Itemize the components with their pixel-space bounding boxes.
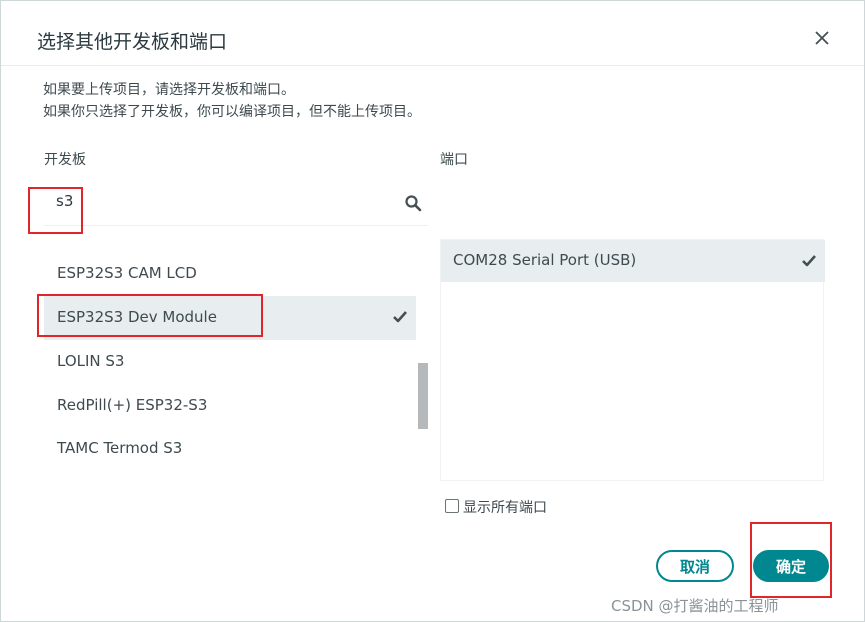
board-item[interactable]: ESP32S3 CAM LCD [44, 252, 416, 296]
port-item-selected[interactable]: COM28 Serial Port (USB) [441, 240, 825, 282]
board-item[interactable]: RedPill(+) ESP32-S3 [44, 384, 416, 428]
show-all-ports-label: 显示所有端口 [463, 500, 547, 516]
search-icon[interactable] [404, 194, 422, 212]
show-all-ports-option[interactable]: 显示所有端口 [445, 497, 547, 517]
select-board-port-dialog: 选择其他开发板和端口 如果要上传项目，请选择开发板和端口。 如果你只选择了开发板… [0, 0, 865, 622]
board-item-label: RedPill(+) ESP32-S3 [57, 396, 208, 414]
board-list: ESP32S3 CAM LCD ESP32S3 Dev Module LOLIN… [44, 239, 428, 485]
cancel-button[interactable]: 取消 [656, 550, 734, 582]
board-item-label: TAMC Termod S3 [57, 439, 183, 457]
watermark: CSDN @打酱油的工程师 [611, 597, 779, 615]
board-list-scrollbar[interactable] [418, 363, 428, 429]
board-search-input[interactable]: s3 [44, 180, 428, 226]
boards-label: 开发板 [44, 152, 86, 168]
board-item-label: LOLIN S3 [57, 352, 125, 370]
board-item-label: ESP32S3 CAM LCD [57, 264, 197, 282]
check-icon [802, 255, 816, 267]
port-item-label: COM28 Serial Port (USB) [453, 251, 637, 269]
info-line-2: 如果你只选择了开发板，你可以编译项目，但不能上传项目。 [43, 104, 421, 120]
check-icon [393, 311, 407, 323]
dialog-title: 选择其他开发板和端口 [37, 31, 228, 53]
port-list: COM28 Serial Port (USB) [440, 239, 825, 481]
header-divider [1, 65, 864, 66]
board-item[interactable]: TAMC Termod S3 [44, 427, 416, 471]
annotation-box-board [37, 294, 263, 337]
board-item[interactable]: LOLIN S3 [44, 340, 416, 384]
annotation-box-search [28, 187, 83, 234]
annotation-box-ok [750, 522, 832, 598]
info-line-1: 如果要上传项目，请选择开发板和端口。 [43, 82, 295, 98]
close-icon[interactable] [811, 27, 833, 49]
ports-label: 端口 [440, 152, 468, 168]
show-all-ports-checkbox[interactable] [445, 499, 459, 513]
dialog-info: 如果要上传项目，请选择开发板和端口。 如果你只选择了开发板，你可以编译项目，但不… [43, 79, 421, 123]
